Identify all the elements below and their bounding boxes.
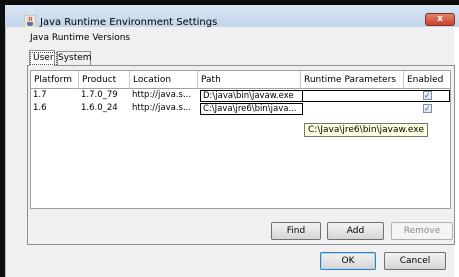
table-row[interactable]: 1.7 1.7.0_79 http://java.s... D:\java\bi… [31,90,450,102]
table-header: Platform Product Location Path Runtime P… [30,70,451,89]
cell-runtime-parameters[interactable] [303,103,406,115]
cell-location: http://java.s... [132,90,192,100]
column-header-enabled[interactable]: Enabled [404,71,450,89]
tab-user[interactable]: User [29,50,57,66]
tab-user-label: User [30,52,57,65]
column-header-runtime-parameters[interactable]: Runtime Parameters [301,71,404,89]
checkbox-checked-icon[interactable]: ✓ [423,104,432,113]
column-header-location[interactable]: Location [130,71,198,89]
dialog-window: Java Runtime Environment Settings x Java… [0,0,459,277]
close-icon: x [437,14,443,24]
cell-platform: 1.7 [33,90,47,100]
cell-path[interactable]: D:\java\bin\javaw.exe [200,90,303,102]
ok-button[interactable]: OK [320,252,376,270]
path-tooltip: C:\Java\jre6\bin\javaw.exe [304,123,428,137]
section-title: Java Runtime Versions [30,33,131,43]
cell-location: http://java.s... [132,103,192,113]
remove-button[interactable]: Remove [391,222,453,240]
cancel-button[interactable]: Cancel [384,252,446,270]
cell-product: 1.6.0_24 [81,103,118,113]
column-header-product[interactable]: Product [79,71,130,89]
tab-system[interactable]: System [57,51,92,65]
tab-system-label: System [58,53,92,63]
cell-product: 1.7.0_79 [81,90,118,100]
column-header-platform[interactable]: Platform [31,71,79,89]
close-button[interactable]: x [425,13,455,26]
column-header-path[interactable]: Path [198,71,301,89]
cell-platform: 1.6 [33,103,47,113]
table-row[interactable]: 1.6 1.6.0_24 http://java.s... C:\Java\jr… [31,103,450,115]
add-button[interactable]: Add [327,222,384,240]
cell-path[interactable]: C:\Java\jre6\bin\java... [200,103,303,115]
find-button[interactable]: Find [271,222,321,240]
checkbox-checked-icon[interactable]: ✓ [423,91,432,100]
